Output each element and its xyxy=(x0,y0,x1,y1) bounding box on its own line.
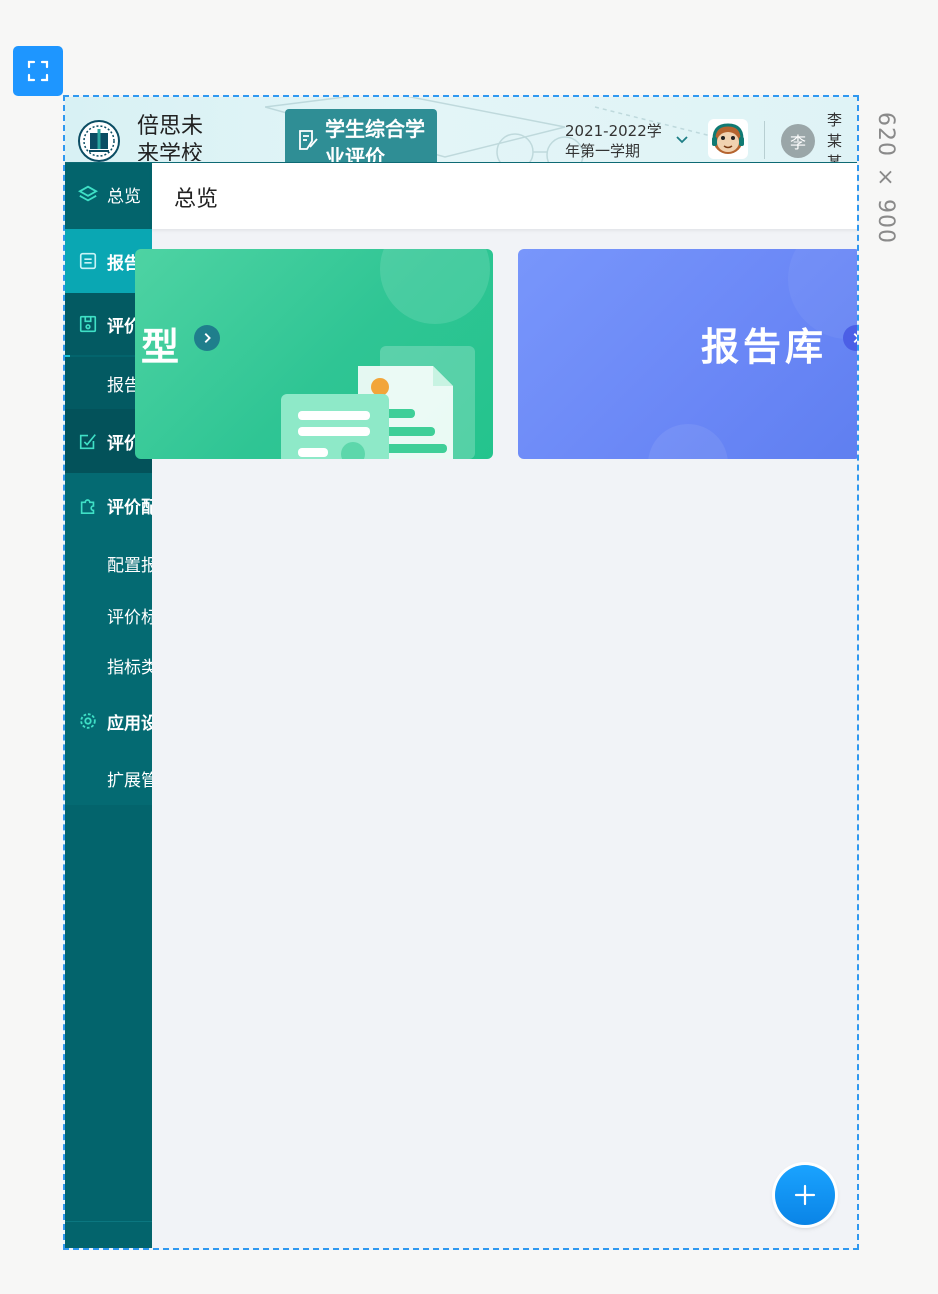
sidebar-collapse-area[interactable] xyxy=(65,1221,152,1248)
plus-icon xyxy=(794,1184,816,1206)
app-title: 学生综合学业评价 xyxy=(325,117,425,163)
school-name: 倍思未来学校 xyxy=(137,114,204,161)
report-edit-icon xyxy=(299,130,318,150)
sidebar-item-label: 配置报告 xyxy=(107,555,152,576)
help-assistant-avatar[interactable] xyxy=(708,119,748,159)
sidebar-subitem-indicator-type[interactable]: 指标类型 xyxy=(65,639,152,691)
report-library-card[interactable]: 报告库 xyxy=(518,249,857,459)
layers-icon xyxy=(77,183,99,205)
sidebar-item-evaluation-config[interactable]: 评价配置 xyxy=(65,473,152,537)
gear-icon xyxy=(77,710,99,732)
sidebar-item-label: 应用设置 xyxy=(107,713,152,734)
sidebar-item-label: 扩展管理 xyxy=(107,770,152,791)
sidebar-item-label: 指标类型 xyxy=(107,657,152,678)
card-title: 报告库 xyxy=(701,325,828,369)
card-illustration xyxy=(281,249,490,459)
app-frame: 倍思未来学校 学生综合学业评价 2021-2022学年第一学期 李 李某某 总览… xyxy=(63,95,859,1250)
edit-icon xyxy=(77,430,99,452)
card-title: 型 xyxy=(141,325,184,369)
header-divider xyxy=(764,121,765,159)
puzzle-icon xyxy=(77,494,99,516)
report-icon xyxy=(77,250,99,272)
sidebar-subitem-evaluation-standard[interactable]: 评价标准 xyxy=(65,589,152,641)
app-title-badge[interactable]: 学生综合学业评价 xyxy=(285,109,437,163)
sidebar-item-app-settings[interactable]: 应用设置 xyxy=(65,691,152,751)
school-logo xyxy=(78,120,120,162)
report-model-card[interactable]: 型 xyxy=(135,249,493,459)
fullscreen-button[interactable] xyxy=(13,46,63,96)
sidebar-subitem-extension-management[interactable]: 扩展管理 xyxy=(65,751,152,805)
canvas-size-label: 620 × 900 xyxy=(873,112,898,244)
sidebar-subitem-config-report[interactable]: 配置报告 xyxy=(65,537,152,589)
sidebar-item-label: 评价标准 xyxy=(107,607,152,628)
tab-bar: 总览 xyxy=(152,163,857,229)
add-button[interactable] xyxy=(775,1165,835,1225)
calendar-report-icon xyxy=(77,313,99,335)
chevron-right-icon[interactable] xyxy=(194,325,220,351)
user-name[interactable]: 李某某 xyxy=(827,110,845,162)
fullscreen-icon xyxy=(27,60,49,82)
chevron-down-icon[interactable] xyxy=(675,133,689,147)
term-selector-label[interactable]: 2021-2022学年第一学期 xyxy=(565,121,665,161)
user-avatar[interactable]: 李 xyxy=(781,124,815,158)
sidebar-item-overview[interactable]: 总览 xyxy=(65,163,152,225)
monkey-mascot-icon xyxy=(712,123,744,154)
sidebar-item-label: 评价配置 xyxy=(107,497,152,518)
app-header: 倍思未来学校 学生综合学业评价 2021-2022学年第一学期 李 李某某 xyxy=(65,97,857,163)
sidebar-item-label: 总览 xyxy=(107,186,141,207)
tab-overview[interactable]: 总览 xyxy=(174,181,218,213)
